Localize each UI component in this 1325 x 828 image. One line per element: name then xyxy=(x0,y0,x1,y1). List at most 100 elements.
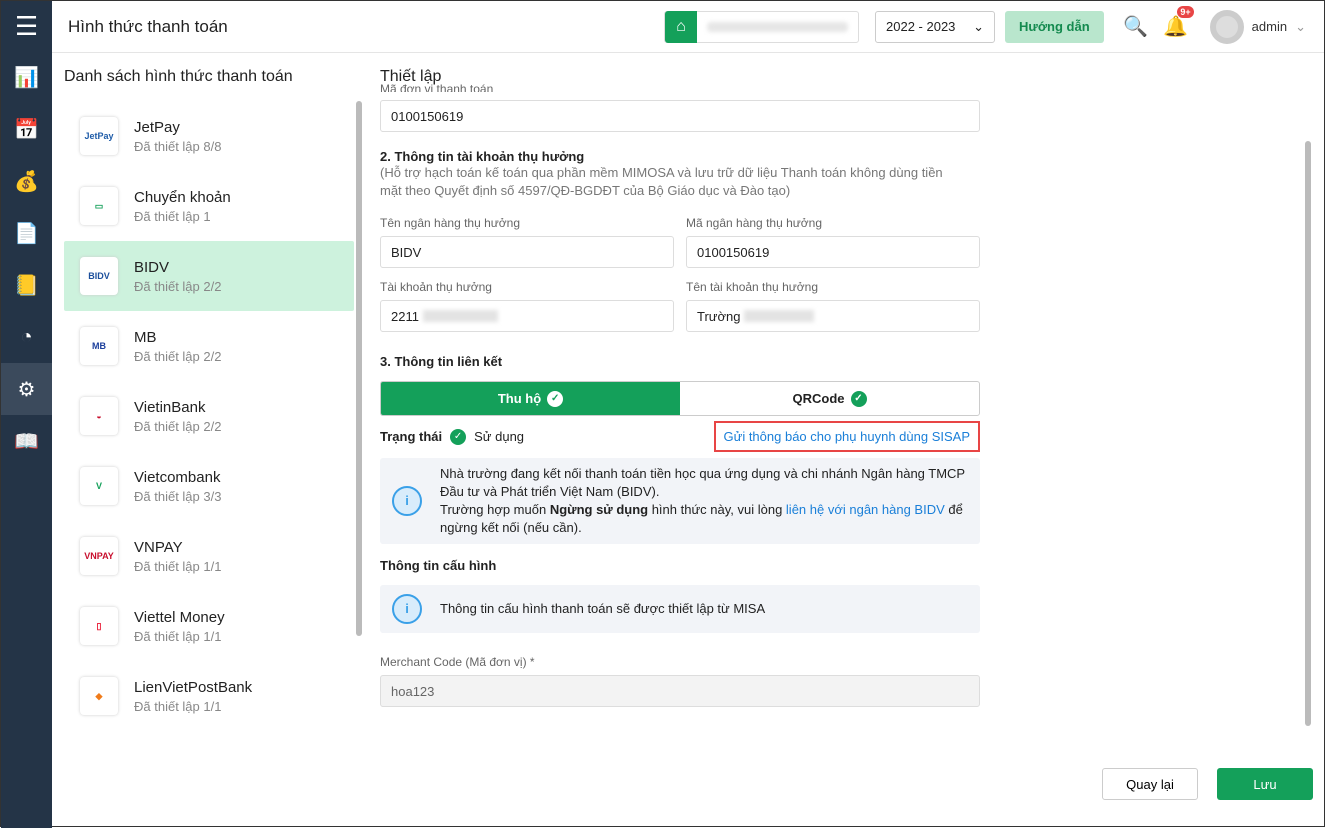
payment-name: LienVietPostBank xyxy=(134,678,253,696)
book-icon[interactable]: 📖 xyxy=(1,415,52,467)
payment-item[interactable]: V Vietcombank Đã thiết lập 3/3 xyxy=(64,451,354,521)
gear-icon[interactable]: ⚙ xyxy=(1,363,52,415)
tab-label: Thu hộ xyxy=(497,391,542,406)
bell-icon[interactable]: 🔔 9+ xyxy=(1156,6,1196,39)
header: Hình thức thanh toán ⌂ 2022 - 2023 ⌄ Hướn… xyxy=(52,1,1324,53)
account-label: Tài khoản thụ hưởng xyxy=(380,280,492,294)
bank-logo: MB xyxy=(80,327,118,365)
info-bold: Ngừng sử dụng xyxy=(549,502,649,517)
account-input[interactable]: 2211 xyxy=(380,300,674,332)
connection-info-box: i Nhà trường đang kết nối thanh toán tiề… xyxy=(380,458,980,544)
hand-money-icon[interactable]: 💰 xyxy=(1,155,52,207)
year-select[interactable]: 2022 - 2023 ⌄ xyxy=(875,10,996,43)
info-text: hình thức này, vui lòng xyxy=(648,502,786,517)
payment-name: JetPay xyxy=(134,118,180,136)
send-sisap-notice-link[interactable]: Gửi thông báo cho phụ huynh dùng SISAP xyxy=(713,421,980,452)
document-icon[interactable]: 📄 xyxy=(1,207,52,259)
user-name[interactable]: admin xyxy=(1252,19,1287,34)
info-icon: i xyxy=(392,486,422,516)
config-title: Thông tin cấu hình xyxy=(380,558,497,573)
merchant-input[interactable]: hoa123 xyxy=(380,675,980,707)
payment-status: Đã thiết lập 1/1 xyxy=(134,628,222,644)
back-button[interactable]: Quay lại xyxy=(1102,768,1198,800)
bank-logo: ◆ xyxy=(80,677,118,715)
chevron-down-icon[interactable]: ⌄ xyxy=(1295,19,1306,35)
home-icon: ⌂ xyxy=(665,10,698,43)
bank-code-input[interactable]: 0100150619 xyxy=(686,236,980,268)
payment-status: Đã thiết lập 2/2 xyxy=(134,278,222,294)
check-icon: ✓ xyxy=(547,390,564,407)
payment-name: Vietcombank xyxy=(134,468,221,486)
payment-item[interactable]: BIDV BIDV Đã thiết lập 2/2 xyxy=(64,241,354,311)
year-value: 2022 - 2023 xyxy=(886,19,956,34)
contact-bank-link[interactable]: liên hệ với ngân hàng BIDV xyxy=(786,502,945,517)
section-3-title: 3. Thông tin liên kết xyxy=(380,354,503,369)
info-icon: i xyxy=(392,594,422,624)
hamburger-menu-icon[interactable]: ☰ xyxy=(1,1,52,51)
tab-label: QRCode xyxy=(792,391,845,406)
list-scrollbar[interactable] xyxy=(356,101,362,636)
payment-status: Đã thiết lập 8/8 xyxy=(134,138,222,154)
bank-logo: ◒ xyxy=(80,397,118,435)
payment-list: JetPay JetPay Đã thiết lập 8/8 ▭ Chuyển khoả… xyxy=(64,101,354,731)
bank-logo: V xyxy=(80,467,118,505)
tab-thu-ho[interactable]: Thu hộ ✓ xyxy=(381,382,680,415)
tab-qrcode[interactable]: QRCode ✓ xyxy=(680,382,979,415)
payment-name: Chuyển khoản xyxy=(134,188,231,206)
check-circle-icon: ✓ xyxy=(450,428,467,445)
payment-name: VNPAY xyxy=(134,538,183,556)
notification-badge: 9+ xyxy=(1177,6,1194,18)
chevron-down-icon: ⌄ xyxy=(973,18,985,34)
list-title: Danh sách hình thức thanh toán xyxy=(64,68,293,85)
bank-code-label: Mã ngân hàng thụ hưởng xyxy=(686,216,823,230)
sidebar: ☰ 📊 📅 💰 📄 📒 ◔ ⚙ 📖 xyxy=(1,1,52,828)
pie-chart-icon[interactable]: ◔ xyxy=(1,311,52,363)
payment-item[interactable]: ▭ Chuyển khoản Đã thiết lập 1 xyxy=(64,171,354,241)
account-name-input[interactable]: Trường xyxy=(686,300,980,332)
account-name-value: Trường xyxy=(697,308,741,324)
school-name-blurred xyxy=(707,21,849,32)
config-info-text: Thông tin cấu hình thanh toán sẽ được th… xyxy=(440,601,766,616)
payment-item[interactable]: ▯ Viettel Money Đã thiết lập 1/1 xyxy=(64,591,354,661)
settings-panel: Thiết lập Mã đơn vị thanh toán 010015061… xyxy=(380,53,980,707)
payment-item[interactable]: MB MB Đã thiết lập 2/2 xyxy=(64,311,354,381)
payment-name: Viettel Money xyxy=(134,608,225,626)
bank-logo: ▭ xyxy=(80,187,118,225)
section-2-title: 2. Thông tin tài khoản thụ hưởng xyxy=(380,149,585,164)
payment-list-panel: Danh sách hình thức thanh toán JetPay Jet… xyxy=(52,53,366,753)
guide-button[interactable]: Hướng dẫn xyxy=(1005,10,1104,43)
bank-logo: JetPay xyxy=(80,117,118,155)
payment-item[interactable]: JetPay JetPay Đã thiết lập 8/8 xyxy=(64,101,354,171)
account-value: 2211 xyxy=(391,308,419,324)
payment-name: MB xyxy=(134,328,157,346)
status-value: Sử dụng xyxy=(474,429,525,444)
payment-status: Đã thiết lập 1 xyxy=(134,208,211,224)
chart-icon[interactable]: 📊 xyxy=(1,51,52,103)
payment-item[interactable]: ◒ VietinBank Đã thiết lập 2/2 xyxy=(64,381,354,451)
main-scrollbar[interactable] xyxy=(1305,141,1311,726)
unit-code-input[interactable]: 0100150619 xyxy=(380,100,980,132)
avatar[interactable] xyxy=(1209,9,1244,44)
ledger-icon[interactable]: 📒 xyxy=(1,259,52,311)
search-analytics-icon[interactable]: 🔍 xyxy=(1116,14,1156,39)
bank-logo: VNPAY xyxy=(80,537,118,575)
bank-name-label: Tên ngân hàng thụ hưởng xyxy=(380,216,521,230)
payment-name: BIDV xyxy=(134,258,170,276)
bank-logo: BIDV xyxy=(80,257,118,295)
payment-status: Đã thiết lập 2/2 xyxy=(134,348,222,364)
school-selector[interactable]: ⌂ xyxy=(664,10,860,43)
payment-status: Đã thiết lập 1/1 xyxy=(134,698,222,714)
check-icon: ✓ xyxy=(850,390,867,407)
payment-item[interactable]: VNPAY VNPAY Đã thiết lập 1/1 xyxy=(64,521,354,591)
status-label: Trạng thái xyxy=(380,429,443,444)
page-title: Hình thức thanh toán xyxy=(68,16,228,36)
unit-code-label: Mã đơn vị thanh toán xyxy=(380,82,494,92)
bank-name-input[interactable]: BIDV xyxy=(380,236,674,268)
payment-status: Đã thiết lập 2/2 xyxy=(134,418,222,434)
payment-status: Đã thiết lập 1/1 xyxy=(134,558,222,574)
save-button[interactable]: Lưu xyxy=(1217,768,1313,800)
payment-item[interactable]: ◆ LienVietPostBank Đã thiết lập 1/1 xyxy=(64,661,354,731)
link-tabs: Thu hộ ✓ QRCode ✓ xyxy=(380,381,980,416)
info-text: Trường hợp muốn xyxy=(440,502,550,517)
calendar-money-icon[interactable]: 📅 xyxy=(1,103,52,155)
